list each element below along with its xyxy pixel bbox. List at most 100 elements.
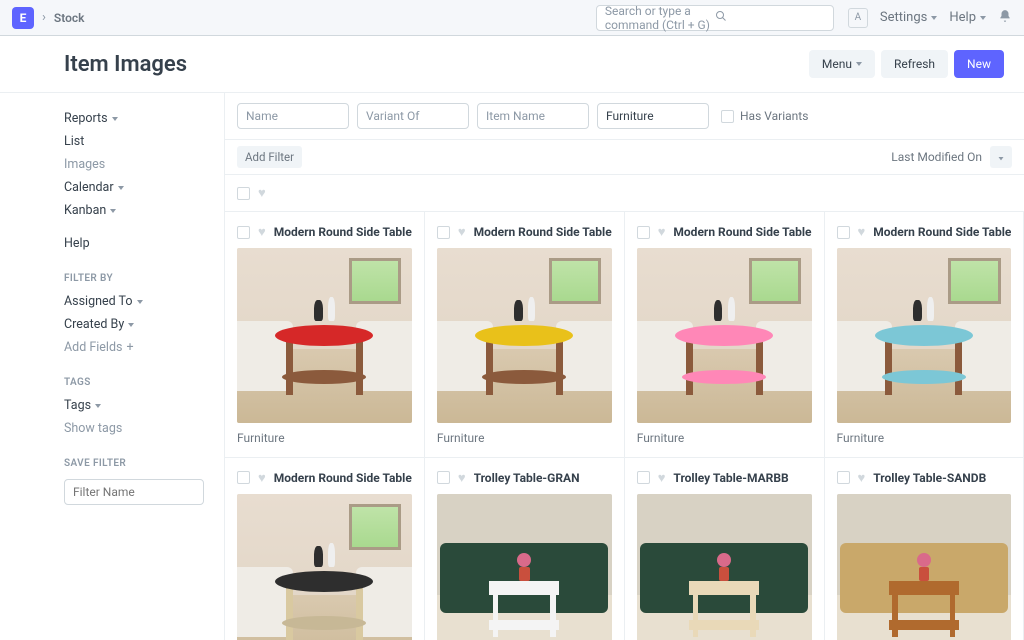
sidebar-filter-created-by[interactable]: Created By [64,313,204,336]
item-thumbnail [637,248,812,423]
sidebar-help[interactable]: Help [64,232,204,255]
like-icon[interactable]: ♥ [258,224,266,240]
item-checkbox[interactable] [237,226,250,239]
card-header: ♥ Trolley Table-MARBB [637,470,812,486]
menu-button-label: Menu [822,57,852,71]
like-all-icon[interactable]: ♥ [258,185,266,201]
sidebar-item-label: Add Fields [64,340,122,355]
add-filter-button[interactable]: Add Filter [237,146,302,168]
card-header: ♥ Modern Round Side Table [637,224,812,240]
sidebar-view-images[interactable]: Images [64,153,204,176]
breadcrumb-stock[interactable]: Stock [54,11,85,25]
chevron-down-icon [856,62,862,66]
item-category: Furniture [437,431,612,445]
sort-control[interactable]: Last Modified On [891,146,1012,168]
chevron-down-icon [118,186,124,190]
item-checkbox[interactable] [437,471,450,484]
item-checkbox[interactable] [637,471,650,484]
sidebar-item-label: Images [64,157,105,172]
like-icon[interactable]: ♥ [458,224,466,240]
item-card[interactable]: ♥Modern Round Side TableFurniture [425,212,625,458]
item-checkbox[interactable] [837,226,850,239]
item-card[interactable]: ♥Trolley Table-GRANFurniture [425,458,625,640]
search-icon [715,10,825,25]
sidebar-view-reports[interactable]: Reports [64,107,204,130]
page-header: Item Images Menu Refresh New [0,36,1024,93]
like-icon[interactable]: ♥ [658,224,666,240]
filter-variant-of-field[interactable]: Variant Of [357,103,469,129]
sidebar-item-label: Reports [64,111,108,126]
chevron-down-icon [931,16,937,20]
notifications-icon[interactable] [998,9,1012,27]
chevron-down-icon [95,404,101,408]
item-checkbox[interactable] [437,226,450,239]
item-card[interactable]: ♥Modern Round Side TableFurniture [625,212,825,458]
tags-dropdown[interactable]: Tags [64,394,204,417]
select-all-checkbox[interactable] [237,187,250,200]
filter-name-input[interactable] [64,479,204,505]
item-title: Modern Round Side Table [673,225,811,239]
tags-heading: TAGS [64,377,204,388]
refresh-button[interactable]: Refresh [881,50,948,78]
filter-bar: Name Variant Of Item Name Furniture Has … [225,93,1024,140]
card-header: ♥Modern Round Side Table [237,224,412,240]
sidebar-item-label: Assigned To [64,294,133,309]
like-icon[interactable]: ♥ [858,470,866,486]
sidebar-view-list[interactable]: List [64,130,204,153]
search-placeholder: Search or type a command (Ctrl + G) [605,4,715,32]
global-search-input[interactable]: Search or type a command (Ctrl + G) [596,5,834,31]
has-variants-checkbox[interactable]: Has Variants [721,109,808,123]
like-icon[interactable]: ♥ [858,224,866,240]
sidebar-filter-assigned-to[interactable]: Assigned To [64,290,204,313]
filter-name-field[interactable]: Name [237,103,349,129]
item-title: Trolley Table-SANDB [873,471,1011,485]
filter-by-heading: FILTER BY [64,273,204,284]
chevron-down-icon [980,16,986,20]
new-button[interactable]: New [954,50,1004,78]
item-card[interactable]: ♥ Modern Round Side Table Furniture [825,212,1024,458]
item-card[interactable]: ♥Modern Round Side TableFurniture [225,458,425,640]
avatar-icon: A [848,8,868,28]
sidebar-item-label: Created By [64,317,124,332]
show-tags-link[interactable]: Show tags [64,417,204,440]
sort-label: Last Modified On [891,150,982,164]
item-thumbnail [237,494,412,640]
sort-direction-icon[interactable] [990,146,1012,168]
page-layout: Reports List Images Calendar Kanban Help FIL… [0,93,1024,640]
user-avatar[interactable]: A [848,8,868,28]
item-title: Trolley Table-MARBB [673,471,811,485]
item-checkbox[interactable] [637,226,650,239]
navbar: E › Stock Search or type a command (Ctrl… [0,0,1024,36]
sidebar-view-calendar[interactable]: Calendar [64,176,204,199]
sidebar-item-label: Calendar [64,180,114,195]
sidebar-view-kanban[interactable]: Kanban [64,199,204,222]
item-thumbnail [437,248,612,423]
chevron-down-icon [137,300,143,304]
item-checkbox[interactable] [837,471,850,484]
menu-button[interactable]: Menu [809,50,875,78]
item-thumbnail [837,494,1012,640]
has-variants-label: Has Variants [740,109,808,123]
filter-item-group-field[interactable]: Furniture [597,103,709,129]
card-header: ♥ Trolley Table-SANDB [837,470,1012,486]
image-grid: ♥ Modern Round Side Table Furniture ♥ Modern… [225,212,1024,640]
item-card[interactable]: ♥Trolley Table-MARBBFurniture [625,458,825,640]
item-title: Modern Round Side Table [873,225,1011,239]
settings-menu[interactable]: Settings [880,10,937,25]
sidebar-item-label: List [64,134,84,149]
sidebar-filter-add-fields[interactable]: Add Fields + [64,336,204,359]
help-menu[interactable]: Help [949,10,986,25]
item-card[interactable]: ♥Modern Round Side TableFurniture [225,212,425,458]
like-icon[interactable]: ♥ [458,470,466,486]
card-header: ♥ Modern Round Side Table [837,224,1012,240]
item-card[interactable]: ♥Trolley Table-SANDBFurniture [825,458,1024,640]
card-header: ♥Modern Round Side Table [237,470,412,486]
filter-item-name-field[interactable]: Item Name [477,103,589,129]
app-logo[interactable]: E [12,7,34,29]
like-icon[interactable]: ♥ [658,470,666,486]
item-checkbox[interactable] [237,471,250,484]
like-icon[interactable]: ♥ [258,470,266,486]
item-title: Trolley Table-GRAN [474,471,612,485]
tags-label: Tags [64,398,91,413]
item-category: Furniture [837,431,1012,445]
